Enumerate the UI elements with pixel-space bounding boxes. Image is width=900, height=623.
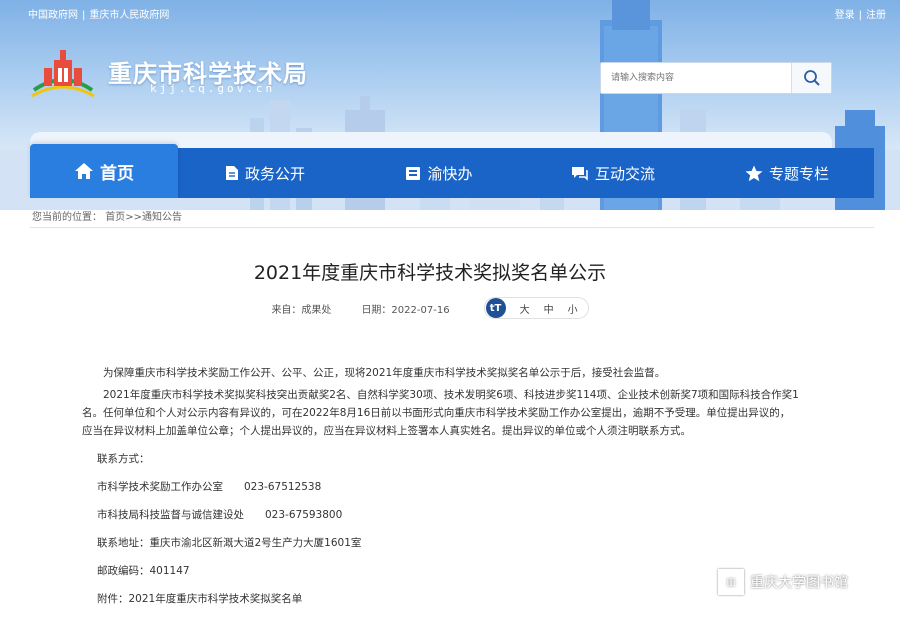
breadcrumb-home-link[interactable]: 首页 bbox=[105, 212, 125, 223]
article-meta: 来自：成果处 日期：2022-07-16 tT 大 中 小 bbox=[0, 297, 860, 319]
contact-label: 联系方式： bbox=[97, 453, 150, 465]
nav-item-label: 渝快办 bbox=[427, 164, 473, 183]
login-link[interactable]: 登录 bbox=[835, 10, 855, 21]
site-domain: kjj.cq.gov.cn bbox=[150, 82, 276, 95]
font-size-icon: tT bbox=[485, 298, 506, 318]
search-box bbox=[600, 62, 832, 94]
main-nav: 首页 政务公开 渝快办 互动交流 专题专栏 bbox=[30, 144, 874, 198]
nav-item-yukuaiban[interactable]: 渝快办 bbox=[352, 148, 526, 198]
gov-cn-link[interactable]: 中国政府网 bbox=[28, 10, 78, 21]
nav-item-label: 首页 bbox=[100, 163, 134, 184]
folder-icon bbox=[405, 165, 421, 181]
top-links-right: 登录 | 注册 bbox=[834, 10, 886, 21]
font-size-large[interactable]: 大 bbox=[520, 301, 530, 316]
search-icon bbox=[803, 70, 820, 86]
watermark: ▥ 重庆大学图书馆 bbox=[718, 569, 848, 595]
contact-postcode: 邮政编码：401147 bbox=[97, 565, 190, 577]
article-content: 为保障重庆市科学技术奖励工作公开、公平、公正，现将2021年度重庆市科学技术奖拟… bbox=[82, 364, 800, 618]
nav-item-label: 政务公开 bbox=[244, 164, 305, 183]
top-links-left: 中国政府网 | 重庆市人民政府网 bbox=[28, 10, 170, 21]
search-input[interactable] bbox=[601, 63, 791, 93]
nav-item-interaction[interactable]: 互动交流 bbox=[526, 148, 700, 198]
breadcrumb: 您当前的位置： 首页>>通知公告 bbox=[30, 208, 874, 228]
article-paragraph: 为保障重庆市科学技术奖励工作公开、公平、公正，现将2021年度重庆市科学技术奖拟… bbox=[103, 367, 666, 379]
breadcrumb-prefix: 您当前的位置： bbox=[32, 212, 102, 223]
nav-item-gov-affairs[interactable]: 政务公开 bbox=[178, 148, 352, 198]
nav-item-label: 互动交流 bbox=[594, 164, 655, 183]
nav-item-special-topics[interactable]: 专题专栏 bbox=[700, 148, 874, 198]
watermark-text: 重庆大学图书馆 bbox=[750, 575, 848, 591]
font-size-small[interactable]: 小 bbox=[568, 301, 578, 316]
article-date: 日期：2022-07-16 bbox=[361, 304, 450, 316]
contact-line: 市科技局科技监督与诚信建设处 023-67593800 bbox=[97, 509, 343, 521]
chat-icon bbox=[571, 165, 589, 181]
breadcrumb-current-link[interactable]: 通知公告 bbox=[142, 212, 182, 223]
star-icon bbox=[745, 165, 763, 182]
library-icon: ▥ bbox=[718, 569, 744, 595]
article-source: 来自：成果处 bbox=[271, 304, 332, 316]
document-icon bbox=[225, 165, 239, 181]
font-size-control: tT 大 中 小 bbox=[483, 297, 589, 319]
register-link[interactable]: 注册 bbox=[866, 10, 886, 21]
contact-address: 联系地址：重庆市渝北区新溉大道2号生产力大厦1601室 bbox=[97, 537, 362, 549]
site-logo-icon[interactable] bbox=[30, 46, 96, 98]
attachment-link[interactable]: 附件：2021年度重庆市科学技术奖拟奖名单 bbox=[82, 590, 800, 608]
home-icon bbox=[74, 162, 94, 180]
article-paragraph: 2021年度重庆市科学技术奖拟奖科技突出贡献奖2名、自然科学奖30项、技术发明奖… bbox=[82, 389, 799, 437]
contact-line: 市科学技术奖励工作办公室 023-67512538 bbox=[97, 481, 322, 493]
article-title: 2021年度重庆市科学技术奖拟奖名单公示 bbox=[253, 262, 607, 284]
font-size-medium[interactable]: 中 bbox=[544, 301, 554, 316]
search-button[interactable] bbox=[791, 63, 831, 93]
cq-gov-link[interactable]: 重庆市人民政府网 bbox=[89, 10, 169, 21]
nav-item-label: 专题专栏 bbox=[768, 164, 829, 183]
breadcrumb-separator: >> bbox=[125, 212, 142, 223]
nav-item-home[interactable]: 首页 bbox=[30, 144, 178, 198]
